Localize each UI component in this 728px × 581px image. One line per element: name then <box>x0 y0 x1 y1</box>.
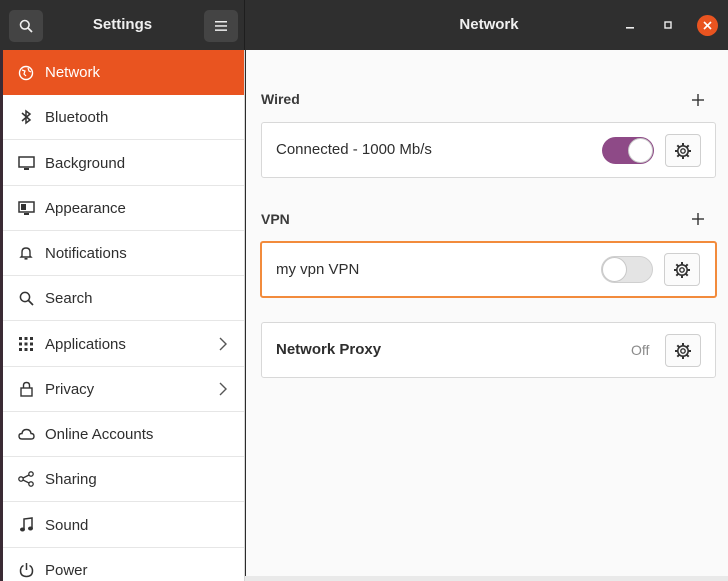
sidebar-item-label: Network <box>45 64 101 81</box>
menu-button[interactable] <box>204 10 238 42</box>
plus-icon <box>692 94 704 106</box>
proxy-settings-button[interactable] <box>665 334 701 367</box>
network-proxy-label: Network Proxy <box>276 341 382 358</box>
bell-icon <box>17 244 35 262</box>
vpn-toggle[interactable] <box>601 256 653 283</box>
sidebar-item-label: Applications <box>45 335 126 353</box>
vpn-settings-button[interactable] <box>664 253 700 286</box>
sidebar-item-label: Sound <box>45 516 89 534</box>
sidebar-item-label: Online Accounts <box>45 425 154 443</box>
minimize-icon <box>626 27 634 29</box>
chevron-right-icon <box>217 335 229 353</box>
chevron-right-icon <box>217 380 229 398</box>
gear-icon <box>674 261 690 278</box>
network-globe-icon <box>17 64 35 82</box>
wired-connection-label: Connected - 1000 Mb/s <box>276 141 432 158</box>
sidebar-item-label: Background <box>45 154 126 172</box>
vpn-section-title: VPN <box>261 211 290 227</box>
vpn-connection-label: my vpn VPN <box>276 261 360 278</box>
add-wired-button[interactable] <box>690 92 706 108</box>
wired-settings-button[interactable] <box>665 134 701 167</box>
music-note-icon <box>17 516 35 534</box>
close-icon <box>703 21 712 30</box>
sidebar-item-label: Notifications <box>45 244 127 262</box>
toggle-knob <box>628 138 653 163</box>
add-vpn-button[interactable] <box>690 211 706 227</box>
sidebar-item-sound[interactable]: Sound <box>3 503 244 548</box>
maximize-icon <box>664 21 672 29</box>
wired-section-title: Wired <box>261 91 300 107</box>
wired-connection-row: Connected - 1000 Mb/s <box>261 122 716 178</box>
share-icon <box>17 470 35 488</box>
sidebar-item-label: Search <box>45 289 93 307</box>
sidebar-item-label: Bluetooth <box>45 108 109 126</box>
sidebar-header: Settings <box>0 0 245 50</box>
background-monitor-icon <box>17 154 35 172</box>
sidebar: Network Bluetooth Background Appearance … <box>3 50 245 581</box>
wired-toggle[interactable] <box>602 137 654 164</box>
hamburger-menu-icon <box>215 21 227 31</box>
vpn-connection-row: my vpn VPN <box>260 241 717 298</box>
gear-icon <box>675 142 691 159</box>
plus-icon <box>692 213 704 225</box>
grid-icon <box>17 335 35 353</box>
sidebar-item-applications[interactable]: Applications <box>3 322 244 367</box>
page-title: Network <box>459 16 519 33</box>
power-icon <box>17 561 35 579</box>
gear-icon <box>675 342 691 359</box>
sidebar-item-privacy[interactable]: Privacy <box>3 367 244 412</box>
minimize-button[interactable] <box>622 17 638 33</box>
sidebar-item-appearance[interactable]: Appearance <box>3 186 244 231</box>
search-icon <box>17 289 35 307</box>
sidebar-item-label: Privacy <box>45 380 95 398</box>
header-bar: Settings Network <box>0 0 728 50</box>
network-proxy-status: Off <box>631 342 650 358</box>
sidebar-item-search[interactable]: Search <box>3 276 244 321</box>
sidebar-item-power[interactable]: Power <box>3 548 244 581</box>
network-proxy-row[interactable]: Network Proxy Off <box>261 322 716 378</box>
sidebar-item-sharing[interactable]: Sharing <box>3 457 244 502</box>
close-button[interactable] <box>697 15 718 36</box>
bluetooth-icon <box>17 108 35 126</box>
bottom-edge <box>245 576 728 581</box>
sidebar-item-label: Sharing <box>45 470 97 488</box>
lock-icon <box>17 380 35 398</box>
network-panel: Wired Connected - 1000 Mb/s VPN my vpn V… <box>246 50 728 581</box>
sidebar-item-online-accounts[interactable]: Online Accounts <box>3 412 244 457</box>
cloud-icon <box>17 425 35 443</box>
appearance-icon <box>17 199 35 217</box>
sidebar-item-bluetooth[interactable]: Bluetooth <box>3 95 244 140</box>
sidebar-item-notifications[interactable]: Notifications <box>3 231 244 276</box>
sidebar-item-label: Power <box>45 561 88 579</box>
sidebar-item-network[interactable]: Network <box>3 50 244 95</box>
maximize-button[interactable] <box>660 17 676 33</box>
sidebar-item-label: Appearance <box>45 199 126 217</box>
toggle-knob <box>602 257 627 282</box>
sidebar-item-background[interactable]: Background <box>3 141 244 186</box>
